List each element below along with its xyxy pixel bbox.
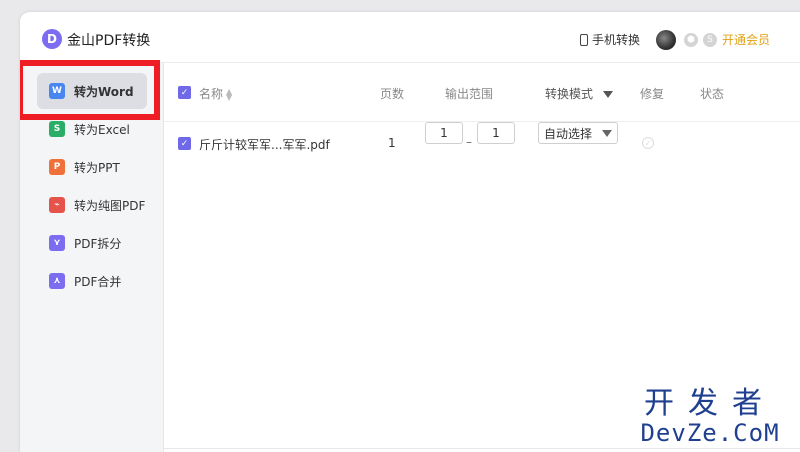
column-mode-label: 转换模式 — [545, 87, 594, 101]
watermark-top: 开发者 — [644, 386, 776, 421]
merge-icon: ⋏ — [49, 273, 65, 289]
mode-select-value: 自动选择 — [544, 126, 593, 141]
mobile-convert-label: 手机转换 — [592, 33, 641, 47]
select-all-checkbox[interactable]: ✓ — [178, 86, 191, 99]
chevron-down-icon — [602, 130, 612, 137]
ppt-icon: P — [49, 159, 65, 175]
column-pages: 页数 — [380, 87, 405, 101]
mobile-convert-button[interactable]: 手机转换 — [580, 31, 640, 48]
column-name[interactable]: 名称 ▲ ▼ — [199, 85, 232, 102]
watermark: 开发者 DevZe.CoM — [630, 386, 790, 447]
avatar[interactable] — [656, 30, 676, 50]
excel-icon: S — [49, 121, 65, 137]
badge-icon: ⬢ — [684, 33, 698, 47]
table-header: ✓ 名称 ▲ ▼ 页数 输出范围 转换模式 修复 状态 — [164, 63, 800, 122]
sidebar-item-label: PDF合并 — [74, 274, 122, 289]
file-pages: 1 — [388, 136, 396, 150]
sidebar-item-to-excel[interactable]: S 转为Excel — [37, 111, 147, 147]
image-pdf-icon: ⌁ — [49, 197, 65, 213]
sidebar-item-pdf-merge[interactable]: ⋏ PDF合并 — [37, 263, 147, 299]
split-icon: ⋎ — [49, 235, 65, 251]
vip-badge-icon: S — [703, 33, 717, 47]
range-separator: – — [466, 135, 472, 149]
sidebar-item-to-image-pdf[interactable]: ⌁ 转为纯图PDF — [37, 187, 147, 223]
sidebar-item-to-word[interactable]: W 转为Word — [37, 73, 147, 109]
file-name[interactable]: 斤斤计较军军...军军.pdf — [199, 136, 330, 153]
app-title: 金山PDF转换 — [67, 33, 151, 49]
app-logo-icon: D — [42, 29, 62, 49]
phone-icon — [580, 33, 588, 46]
column-range: 输出范围 — [445, 87, 494, 101]
repair-check-icon: ✓ — [642, 137, 654, 149]
watermark-bottom: DevZe.CoM — [640, 419, 780, 447]
mode-select[interactable]: 自动选择 — [538, 122, 618, 144]
sidebar: W 转为Word S 转为Excel P 转为PPT ⌁ 转为纯图PDF ⋎ P… — [20, 60, 164, 452]
sidebar-item-label: 转为Excel — [74, 122, 130, 137]
sidebar-item-label: PDF拆分 — [74, 236, 122, 251]
mode-dropdown-icon — [602, 91, 613, 98]
column-name-label: 名称 — [199, 87, 224, 101]
title-bar: D 金山PDF转换 手机转换 ⬢ S 开通会员 — [20, 12, 800, 63]
range-to-input[interactable]: 1 — [477, 122, 515, 144]
sidebar-item-label: 转为纯图PDF — [74, 198, 146, 213]
open-vip-link[interactable]: 开通会员 — [722, 31, 770, 48]
sidebar-item-pdf-split[interactable]: ⋎ PDF拆分 — [37, 225, 147, 261]
column-mode[interactable]: 转换模式 — [545, 85, 613, 102]
bottom-bar — [164, 448, 800, 452]
word-icon: W — [49, 83, 65, 99]
row-checkbox[interactable]: ✓ — [178, 137, 191, 150]
sidebar-item-label: 转为PPT — [74, 160, 120, 175]
range-from-input[interactable]: 1 — [425, 122, 463, 144]
sort-icon: ▲ ▼ — [226, 86, 233, 102]
column-status: 状态 — [700, 87, 725, 101]
sidebar-item-to-ppt[interactable]: P 转为PPT — [37, 149, 147, 185]
column-repair: 修复 — [640, 87, 665, 101]
sidebar-item-label: 转为Word — [74, 84, 134, 99]
